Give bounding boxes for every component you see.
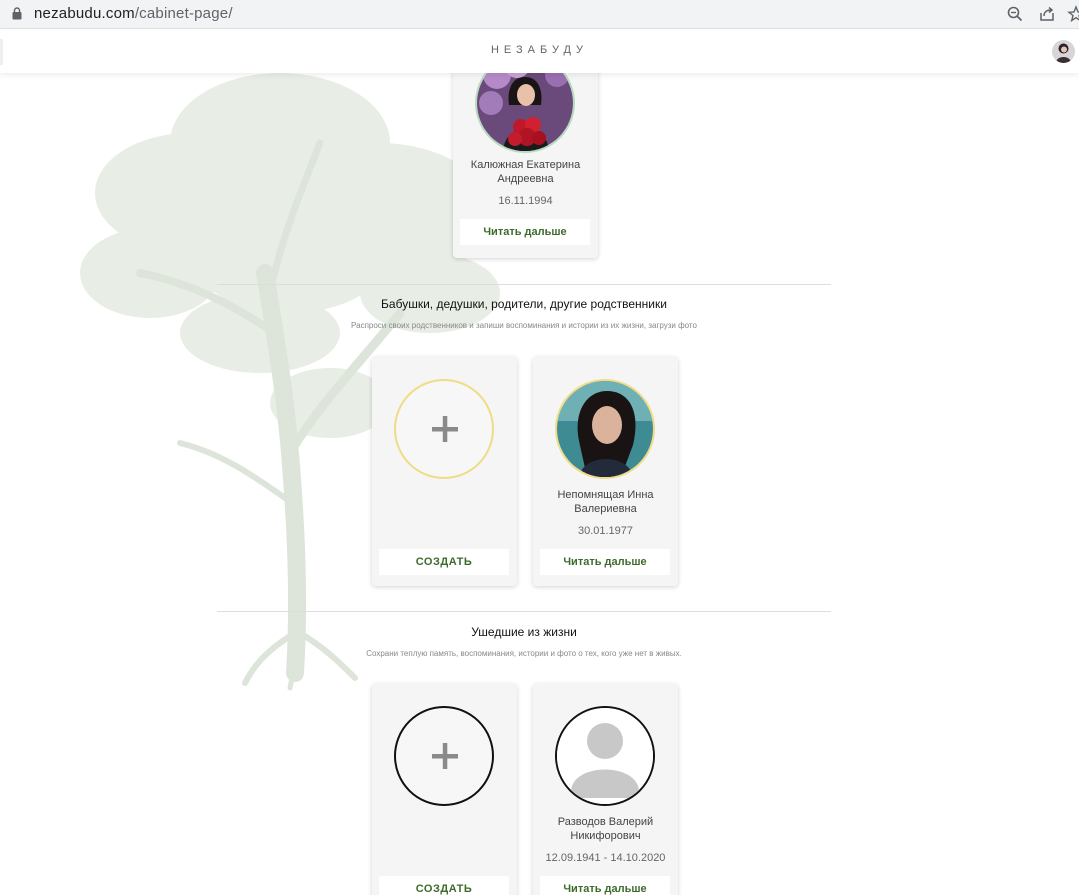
url-path: /cabinet-page/ [134, 5, 233, 22]
address-bar[interactable]: nezabudu.com/cabinet-page/ [0, 0, 1079, 28]
cabinet-content: Калюжная Екатерина Андреевна 16.11.1994 … [0, 73, 1079, 895]
relatives-section-title: Бабушки, дедушки, родители, другие родст… [381, 297, 667, 311]
create-relative-card: СОЗДАТЬ [372, 357, 517, 586]
profile-date: 16.11.1994 [498, 195, 553, 207]
relative-photo[interactable] [555, 379, 655, 479]
departed-name: Разводов Валерий Никифорович [557, 816, 654, 842]
lock-icon [12, 7, 22, 20]
section-divider [217, 611, 831, 612]
url-text[interactable]: nezabudu.com/cabinet-page/ [34, 5, 233, 22]
create-departed-button[interactable]: СОЗДАТЬ [379, 876, 509, 895]
url-domain: nezabudu.com [34, 5, 135, 22]
create-departed-card: СОЗДАТЬ [372, 684, 517, 895]
share-icon[interactable] [1038, 5, 1056, 23]
departed-photo[interactable] [555, 706, 655, 806]
section-divider [217, 284, 831, 285]
read-more-button[interactable]: Читать дальше [540, 876, 670, 895]
read-more-button[interactable]: Читать дальше [460, 219, 590, 245]
add-departed-circle[interactable] [394, 706, 494, 806]
add-relative-circle[interactable] [394, 379, 494, 479]
profile-card-own: Калюжная Екатерина Андреевна 16.11.1994 … [453, 73, 598, 258]
user-avatar[interactable] [1052, 40, 1075, 63]
plus-icon [432, 743, 458, 769]
site-logo[interactable]: НЕЗАБУДУ [0, 44, 1079, 56]
relative-photo-image [557, 381, 653, 477]
relative-profile-card: Непомнящая Инна Валериевна 30.01.1977 Чи… [533, 357, 678, 586]
profile-photo[interactable] [475, 73, 575, 153]
departed-section-subtitle: Сохрани теплую память, воспоминания, ист… [366, 649, 682, 658]
read-more-button[interactable]: Читать дальше [540, 549, 670, 575]
departed-profile-card: Разводов Валерий Никифорович 12.09.1941 … [533, 684, 678, 895]
relatives-section-subtitle: Распроси своих родственников и запиши во… [351, 321, 697, 330]
plus-icon [432, 416, 458, 442]
bookmark-star-icon[interactable] [1067, 5, 1079, 23]
site-header: НЕЗАБУДУ [0, 30, 1079, 73]
departed-dates: 12.09.1941 - 14.10.2020 [545, 852, 666, 864]
avatar-image [1052, 40, 1075, 63]
relative-name: Непомнящая Инна Валериевна [557, 489, 654, 515]
profile-photo-image [477, 73, 573, 151]
browser-toolbar: nezabudu.com/cabinet-page/ [0, 0, 1079, 29]
create-relative-button[interactable]: СОЗДАТЬ [379, 549, 509, 575]
person-placeholder-icon [557, 708, 653, 804]
departed-section-title: Ушедшие из жизни [471, 625, 577, 639]
profile-name: Калюжная Екатерина Андреевна [470, 159, 581, 185]
zoom-icon[interactable] [1006, 5, 1024, 23]
relative-date: 30.01.1977 [577, 525, 634, 537]
